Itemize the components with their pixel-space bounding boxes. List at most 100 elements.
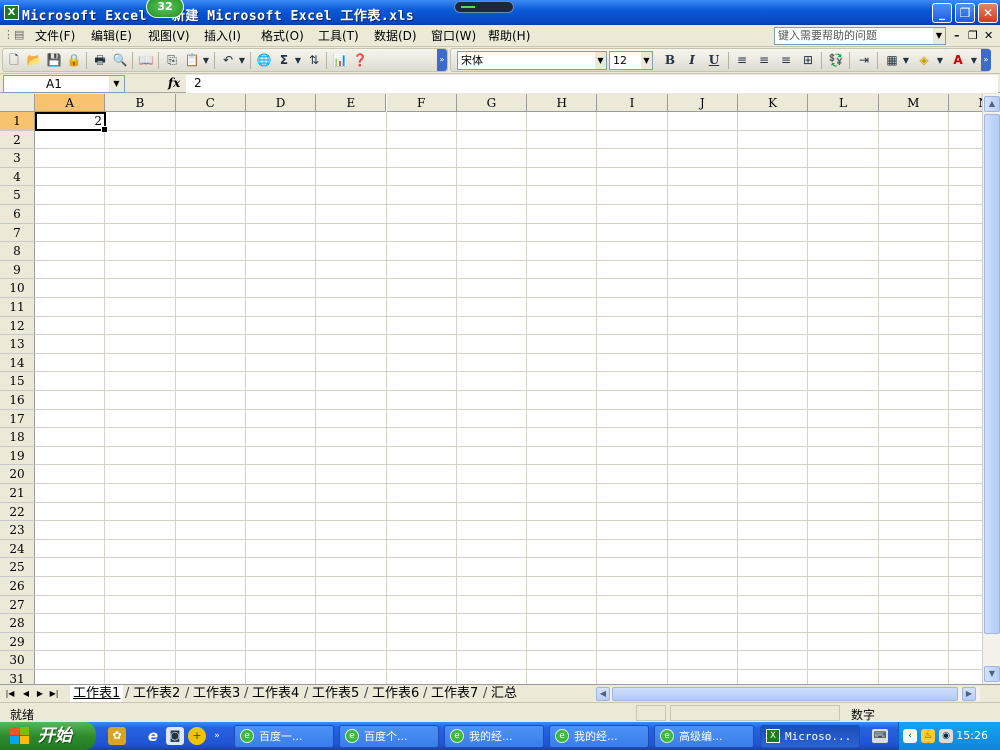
- research-icon[interactable]: 📖: [137, 52, 155, 69]
- menu-format[interactable]: 格式(O): [258, 28, 307, 44]
- first-sheet-icon[interactable]: |◀: [4, 687, 16, 701]
- row-header[interactable]: 21: [0, 484, 35, 503]
- row-header[interactable]: 3: [0, 149, 35, 168]
- column-header[interactable]: A: [35, 94, 106, 112]
- row-header[interactable]: 12: [0, 316, 35, 336]
- toolbar-options-icon[interactable]: »: [981, 49, 991, 71]
- bold-button[interactable]: B: [661, 52, 679, 69]
- help-icon[interactable]: ❓: [351, 52, 369, 69]
- new-icon[interactable]: 🗋: [5, 52, 23, 69]
- toolbar-options-icon[interactable]: »: [437, 49, 447, 71]
- taskbar-item[interactable]: e 百度一...: [234, 725, 334, 748]
- select-all-button[interactable]: [0, 94, 35, 112]
- help-search-input[interactable]: 键入需要帮助的问题 ▼: [774, 27, 946, 45]
- chevron-down-icon[interactable]: ▼: [201, 52, 211, 69]
- tab-sheet6[interactable]: 工作表6: [364, 685, 422, 702]
- chevron-down-icon[interactable]: ▼: [935, 52, 945, 69]
- align-center-icon[interactable]: ≡: [755, 52, 773, 69]
- chevron-down-icon[interactable]: ▼: [933, 28, 945, 44]
- font-size-select[interactable]: 12 ▼: [609, 51, 653, 70]
- name-box[interactable]: A1 ▼: [3, 75, 125, 93]
- column-header[interactable]: D: [245, 94, 317, 112]
- taskbar-item[interactable]: e 我的经...: [549, 725, 649, 748]
- tray-app-icon[interactable]: ◉: [939, 729, 953, 743]
- fill-color-icon[interactable]: ◈: [915, 52, 933, 69]
- open-icon[interactable]: 📂: [25, 52, 43, 69]
- menu-file[interactable]: 文件(F): [32, 28, 78, 44]
- chevron-down-icon[interactable]: ▼: [293, 52, 303, 69]
- row-header[interactable]: 25: [0, 558, 35, 577]
- row-header[interactable]: 28: [0, 614, 35, 633]
- row-header[interactable]: 18: [0, 428, 35, 447]
- print-icon[interactable]: 🖶: [91, 52, 109, 69]
- column-header[interactable]: B: [105, 94, 176, 112]
- menu-insert[interactable]: 插入(I): [201, 28, 244, 44]
- merge-center-icon[interactable]: ⊞: [799, 52, 817, 69]
- menu-help[interactable]: 帮助(H): [485, 28, 533, 44]
- language-bar[interactable]: [454, 1, 514, 13]
- formula-input[interactable]: 2: [186, 75, 998, 93]
- minimize-button[interactable]: _: [932, 3, 952, 23]
- scroll-up-icon[interactable]: ▲: [984, 96, 1000, 112]
- column-header[interactable]: L: [808, 94, 879, 112]
- tray-app-icon[interactable]: ♨: [921, 729, 935, 743]
- row-header[interactable]: 24: [0, 539, 35, 559]
- next-sheet-icon[interactable]: ▶: [34, 687, 46, 701]
- menu-window[interactable]: 窗口(W): [428, 28, 479, 44]
- row-header[interactable]: 31: [0, 670, 35, 684]
- quicklaunch-expand-icon[interactable]: »: [212, 727, 222, 745]
- italic-button[interactable]: I: [683, 52, 701, 69]
- column-header[interactable]: M: [878, 94, 949, 112]
- close-button[interactable]: ✕: [978, 3, 998, 23]
- grip-icon[interactable]: ⋮▤: [3, 28, 24, 44]
- vertical-scrollbar[interactable]: ▲ ▼: [982, 94, 1000, 684]
- doc-close-button[interactable]: ✕: [984, 29, 993, 42]
- column-header[interactable]: F: [386, 94, 457, 112]
- hyperlink-icon[interactable]: 🌐: [255, 52, 273, 69]
- row-header[interactable]: 23: [0, 521, 35, 540]
- row-header[interactable]: 19: [0, 446, 35, 466]
- scroll-thumb[interactable]: [612, 687, 958, 701]
- taskbar-item-excel[interactable]: X Microso...: [760, 725, 860, 748]
- column-header[interactable]: J: [667, 94, 738, 112]
- menu-view[interactable]: 视图(V): [145, 28, 193, 44]
- chevron-down-icon[interactable]: ▼: [237, 52, 247, 69]
- menu-data[interactable]: 数据(D): [371, 28, 420, 44]
- column-header[interactable]: C: [175, 94, 246, 112]
- prev-sheet-icon[interactable]: ◀: [20, 687, 32, 701]
- doc-restore-button[interactable]: ❐: [968, 29, 978, 42]
- save-icon[interactable]: 💾: [45, 52, 63, 69]
- indent-icon[interactable]: ⇥: [855, 52, 873, 69]
- permission-icon[interactable]: 🔒: [65, 52, 83, 69]
- borders-icon[interactable]: ▦: [883, 52, 901, 69]
- paste-icon[interactable]: 📋: [183, 52, 201, 69]
- align-right-icon[interactable]: ≡: [777, 52, 795, 69]
- chevron-down-icon[interactable]: ▼: [969, 52, 979, 69]
- scroll-left-icon[interactable]: ◀: [596, 687, 610, 701]
- start-button[interactable]: 开始: [0, 722, 96, 750]
- row-header[interactable]: 30: [0, 651, 35, 670]
- column-header[interactable]: N: [948, 94, 982, 112]
- quicklaunch-app-icon[interactable]: ◙: [166, 727, 184, 745]
- row-header[interactable]: 6: [0, 205, 35, 224]
- column-header[interactable]: G: [456, 94, 528, 112]
- tab-sheet2[interactable]: 工作表2: [125, 685, 183, 702]
- sort-ascending-icon[interactable]: ⇅: [305, 52, 323, 69]
- row-header[interactable]: 5: [0, 186, 35, 205]
- row-header[interactable]: 20: [0, 465, 35, 484]
- tab-sheet5[interactable]: 工作表5: [304, 685, 362, 702]
- scroll-right-icon[interactable]: ▶: [962, 687, 976, 701]
- tab-summary[interactable]: 汇总: [483, 685, 520, 702]
- underline-button[interactable]: U: [705, 52, 723, 69]
- row-header[interactable]: 4: [0, 167, 35, 187]
- column-header[interactable]: I: [597, 94, 668, 112]
- row-header[interactable]: 11: [0, 298, 35, 317]
- row-header[interactable]: 2: [0, 130, 35, 150]
- row-header[interactable]: 17: [0, 409, 35, 429]
- row-header[interactable]: 15: [0, 372, 35, 391]
- insert-function-icon[interactable]: fx: [168, 76, 180, 90]
- doc-minimize-button[interactable]: –: [954, 29, 960, 42]
- currency-icon[interactable]: 💱: [827, 52, 845, 69]
- tab-sheet4[interactable]: 工作表4: [244, 685, 302, 702]
- row-header[interactable]: 10: [0, 279, 35, 298]
